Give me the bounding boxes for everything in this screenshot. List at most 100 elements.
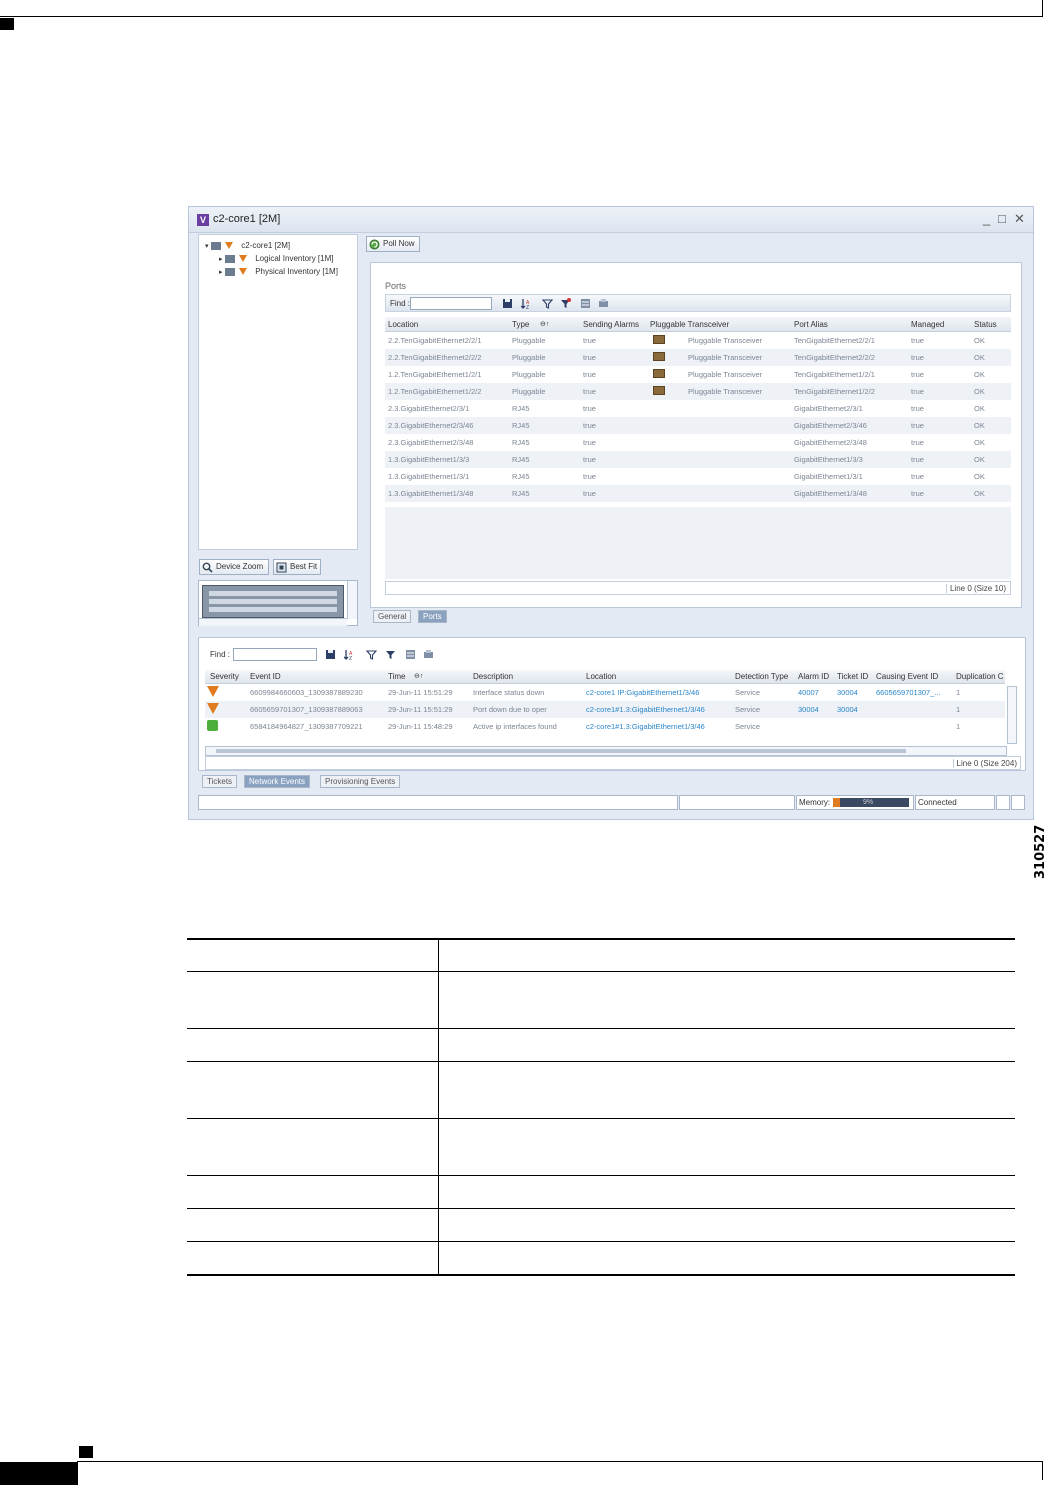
cell-event-id: 6605659701307_1309387889063 — [250, 705, 363, 714]
cell-type: RJ45 — [512, 489, 530, 498]
events-vscroll[interactable] — [1007, 686, 1017, 744]
column-header[interactable]: Ticket ID — [837, 672, 868, 681]
column-header[interactable]: Location — [586, 672, 616, 681]
table-row[interactable]: 2.3.GigabitEthernet2/3/1 RJ45 true GigabitE… — [385, 400, 1011, 417]
minimize-button[interactable]: _ — [983, 211, 990, 227]
table-row[interactable]: 2.3.GigabitEthernet2/3/46 RJ45 true Gigabit… — [385, 417, 1011, 434]
cell-status: OK — [974, 370, 985, 379]
transceiver-icon — [653, 369, 665, 378]
memory-bar: 9% — [833, 798, 909, 807]
events-line-count: Line 0 (Size 204) — [952, 759, 1017, 768]
cell-pluggable: Pluggable Transceiver — [688, 353, 763, 362]
column-header[interactable]: Description — [473, 672, 513, 681]
table-row[interactable]: 1.3.GigabitEthernet1/3/48 RJ45 true Gigabit… — [385, 485, 1011, 502]
sort-icon[interactable]: AZ — [521, 298, 532, 309]
best-fit-button[interactable]: Best Fit — [273, 559, 321, 575]
cell-location: 2.3.GigabitEthernet2/3/46 — [388, 421, 474, 430]
column-header[interactable]: Causing Event ID — [876, 672, 938, 681]
expand-icon[interactable]: ▸ — [219, 269, 223, 276]
column-header[interactable]: Time — [388, 672, 405, 681]
cell-ticket-id[interactable]: 30004 — [837, 705, 858, 714]
advanced-filter-icon[interactable] — [560, 298, 571, 309]
column-header[interactable]: Status — [974, 320, 997, 329]
cell-causing-event-id[interactable]: 6605659701307_... — [876, 688, 941, 697]
table-row[interactable]: 6605659701307_1309387889063 29-Jun-11 15:… — [205, 701, 1005, 718]
column-header[interactable]: Alarm ID — [798, 672, 829, 681]
thumb-hscroll[interactable] — [199, 618, 347, 626]
export-icon[interactable] — [405, 649, 416, 660]
cell-sending-alarms: true — [583, 387, 596, 396]
app-logo-icon: V — [197, 214, 209, 226]
cell-sending-alarms: true — [583, 438, 596, 447]
sort-icon[interactable]: AZ — [344, 649, 355, 660]
maximize-button[interactable]: □ — [998, 211, 1006, 227]
close-button[interactable]: ✕ — [1014, 211, 1025, 227]
app-window: V c2-core1 [2M] _ □ ✕ ▾ c2-core1 [2M] ▸ … — [188, 206, 1034, 820]
device-zoom-button[interactable]: Device Zoom — [199, 559, 269, 575]
table-row[interactable]: 1.3.GigabitEthernet1/3/1 RJ45 true GigabitE… — [385, 468, 1011, 485]
print-icon[interactable] — [423, 649, 434, 660]
header-rule — [0, 16, 1043, 17]
cell-alarm-id[interactable]: 30004 — [798, 705, 819, 714]
tab-provisioning-events[interactable]: Provisioning Events — [320, 775, 401, 788]
device-thumbnail[interactable] — [198, 580, 358, 626]
cell-alarm-id[interactable]: 40007 — [798, 688, 819, 697]
tree-item-physical-inventory[interactable]: ▸ Physical Inventory [1M] — [219, 267, 338, 276]
print-icon[interactable] — [598, 298, 609, 309]
svg-text:Z: Z — [526, 305, 529, 309]
table-row[interactable]: 1.2.TenGigabitEthernet1/2/2 Pluggable true… — [385, 383, 1011, 400]
export-icon[interactable] — [580, 298, 591, 309]
column-header[interactable]: Managed — [911, 320, 944, 329]
column-header[interactable]: Detection Type — [735, 672, 788, 681]
cell-location: 1.2.TenGigabitEthernet1/2/1 — [388, 370, 482, 379]
table-row[interactable]: 6609984660603_1309387889230 29-Jun-11 15:… — [205, 684, 1005, 701]
column-header[interactable]: Type — [512, 320, 529, 329]
tab-general[interactable]: General — [373, 610, 412, 623]
cell-pluggable: Pluggable Transceiver — [688, 370, 763, 379]
tab-ports[interactable]: Ports — [418, 610, 447, 623]
table-row[interactable]: 2.2.TenGigabitEthernet2/2/1 Pluggable true… — [385, 332, 1011, 349]
tab-tickets[interactable]: Tickets — [202, 775, 238, 788]
ports-find-input[interactable] — [410, 297, 492, 310]
column-header[interactable]: Sending Alarms — [583, 320, 639, 329]
save-icon[interactable] — [325, 649, 336, 660]
cell-managed: true — [911, 404, 924, 413]
save-icon[interactable] — [502, 298, 513, 309]
cell-type: RJ45 — [512, 472, 530, 481]
advanced-filter-icon[interactable] — [385, 649, 396, 660]
cell-location: 2.3.GigabitEthernet2/3/1 — [388, 404, 470, 413]
cell-location[interactable]: c2-core1#1.3:GigabitEthernet1/3/46 — [586, 705, 705, 714]
cell-ticket-id[interactable]: 30004 — [837, 688, 858, 697]
filter-icon[interactable] — [366, 649, 377, 660]
column-header[interactable]: Port Alias — [794, 320, 828, 329]
events-hscroll[interactable] — [205, 746, 1007, 756]
column-header[interactable]: Location — [388, 320, 418, 329]
footer-rule-tick — [1042, 1462, 1043, 1480]
cell-managed: true — [911, 438, 924, 447]
table-row[interactable]: 2.2.TenGigabitEthernet2/2/2 Pluggable true… — [385, 349, 1011, 366]
status-cell — [1011, 795, 1025, 810]
cell-status: OK — [974, 438, 985, 447]
expand-icon[interactable]: ▸ — [219, 256, 223, 263]
table-row[interactable]: 1.2.TenGigabitEthernet1/2/1 Pluggable true… — [385, 366, 1011, 383]
cell-type: Pluggable — [512, 353, 546, 362]
column-header[interactable]: Event ID — [250, 672, 281, 681]
table-row[interactable]: 1.3.GigabitEthernet1/3/3 RJ45 true GigabitE… — [385, 451, 1011, 468]
thumb-vscroll[interactable] — [347, 581, 357, 619]
cell-location[interactable]: c2-core1 IP:GigabitEthernet1/3/46 — [586, 688, 699, 697]
table-row[interactable]: 2.3.GigabitEthernet2/3/48 RJ45 true Gigabit… — [385, 434, 1011, 451]
fit-icon — [276, 562, 287, 573]
collapse-icon[interactable]: ▾ — [205, 243, 209, 250]
cell-location[interactable]: c2-core1#1.3:GigabitEthernet1/3/46 — [586, 722, 705, 731]
column-header[interactable]: Pluggable Transceiver — [650, 320, 729, 329]
tree-item-logical-inventory[interactable]: ▸ Logical Inventory [1M] — [219, 254, 333, 263]
window-title: c2-core1 [2M] — [213, 213, 281, 225]
events-find-input[interactable] — [233, 648, 317, 661]
tab-network-events[interactable]: Network Events — [244, 775, 311, 788]
table-row[interactable]: 6584184964827_1309387709221 29-Jun-11 15:… — [205, 718, 1005, 735]
poll-now-button[interactable]: Poll Now — [366, 236, 420, 252]
tree-root[interactable]: ▾ c2-core1 [2M] — [205, 241, 290, 250]
column-header[interactable]: Severity — [210, 672, 239, 681]
filter-icon[interactable] — [542, 298, 553, 309]
column-header[interactable]: Duplication C — [956, 672, 1004, 681]
